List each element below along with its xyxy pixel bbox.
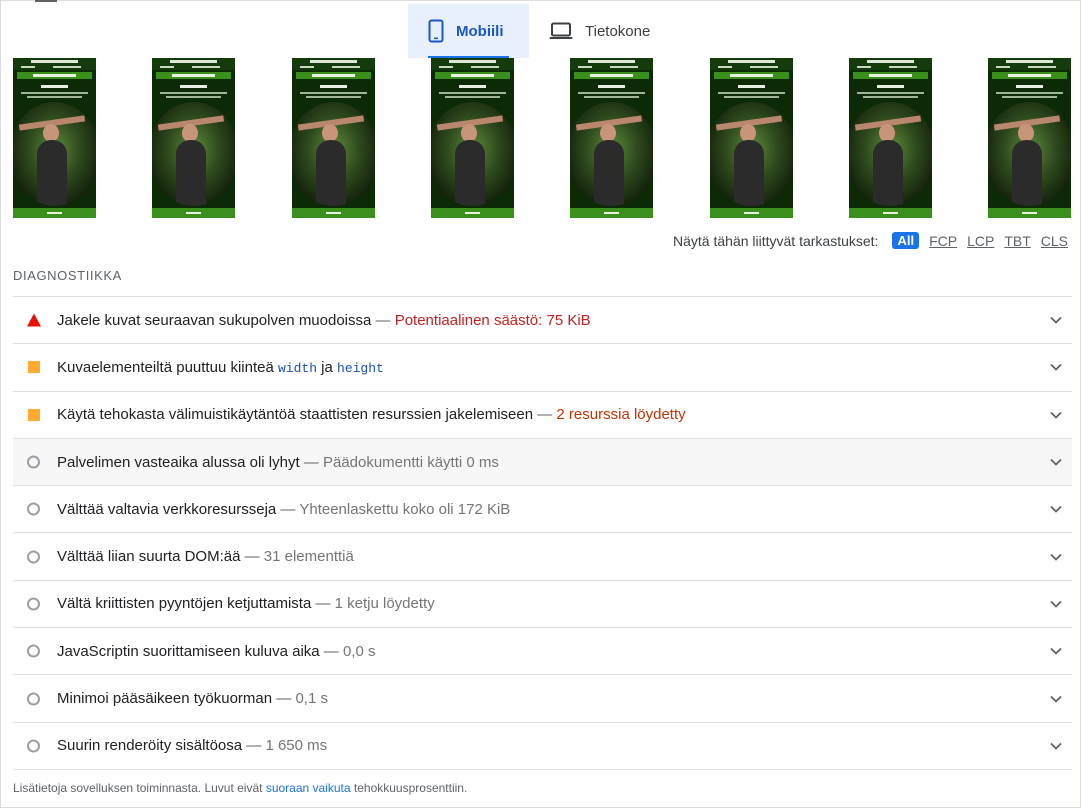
filmstrip-frame [988,58,1071,218]
audit-title-mid: ja [321,358,333,376]
audit-text: JavaScriptin suorittamiseen kuluva aika … [57,642,376,660]
footer-text-after: tehokkuusprosenttiin. [353,781,468,795]
audit-title: Jakele kuvat seuraavan sukupolven muodoi… [57,311,372,329]
audit-row[interactable]: Jakele kuvat seuraavan sukupolven muodoi… [13,297,1072,345]
audit-title: JavaScriptin suorittamiseen kuluva aika [57,642,320,660]
chevron-down-icon [1050,600,1062,608]
chevron-down-icon [1050,411,1062,419]
audit-text: Käytä tehokasta välimuistikäytäntöä staa… [57,406,686,424]
audit-title: Välttää valtavia verkkoresursseja [57,500,277,518]
average-square-icon [28,361,40,374]
filter-chip-lcp[interactable]: LCP [967,233,994,249]
audit-row[interactable]: Välttää valtavia verkkoresursseja — Yhte… [13,486,1072,534]
tab-mobile-label: Mobiili [456,22,504,40]
audit-display-value: 0,1 s [295,690,328,708]
report-panel: Mobiili Tietokone Näytä tähän liittyvät … [0,0,1081,808]
average-square-icon [28,408,40,421]
filmstrip-frame [570,58,653,218]
filmstrip-frame [13,58,96,218]
audit-title: Käytä tehokasta välimuistikäytäntöä staa… [57,406,534,424]
audit-text: Minimoi pääsäikeen työkuorman — 0,1 s [57,690,328,708]
audit-text: Välttää liian suurta DOM:ää — 31 element… [57,548,354,566]
audit-title: Suurin renderöity sisältöosa [57,737,243,755]
filmstrip-frame [152,58,235,218]
filter-chip-tbt[interactable]: TBT [1004,233,1030,249]
audit-code-width: width [277,360,317,376]
footer-note: Lisätietoja sovelluksen toiminnasta. Luv… [13,781,467,795]
tab-desktop[interactable]: Tietokone [529,4,679,58]
audit-text: Palvelimen vasteaika alussa oli lyhyt — … [57,453,499,471]
chevron-down-icon [1050,317,1062,324]
audit-code-height: height [337,360,384,376]
audit-text: Vältä kriittisten pyyntöjen ketjuttamist… [57,595,435,613]
chevron-down-icon [1050,458,1062,466]
info-circle-icon [27,644,40,658]
smartphone-icon [428,19,444,43]
audit-display-value: Yhteenlaskettu koko oli 172 KiB [299,500,511,518]
audit-title: Välttää liian suurta DOM:ää [57,548,241,566]
chevron-down-icon [1050,364,1062,372]
filmstrip-frame [710,58,793,218]
info-circle-icon [27,739,40,753]
tab-mobile[interactable]: Mobiili [408,4,529,58]
audit-display-value: 2 resurssia löydetty [556,406,686,424]
audit-title: Kuvaelementeiltä puuttuu kiinteä [57,358,274,376]
info-circle-icon [27,550,40,564]
info-circle-icon [27,455,40,469]
audit-display-value: 1 ketju löydetty [334,595,435,613]
audit-row[interactable]: Vältä kriittisten pyyntöjen ketjuttamist… [13,581,1072,629]
tab-desktop-label: Tietokone [585,22,651,40]
chevron-down-icon [1050,648,1062,655]
info-circle-icon [27,502,40,516]
audit-row[interactable]: Minimoi pääsäikeen työkuorman — 0,1 s [13,675,1072,723]
footer-text-before: Lisätietoja sovelluksen toiminnasta. Luv… [13,781,263,795]
audit-row[interactable]: Suurin renderöity sisältöosa — 1 650 ms [13,723,1072,770]
filmstrip-frame [292,58,375,218]
chevron-down-icon [1050,506,1062,514]
audit-text: Välttää valtavia verkkoresursseja — Yhte… [57,500,511,518]
audit-row[interactable]: Palvelimen vasteaika alussa oli lyhyt — … [13,438,1072,487]
audit-display-value: 0,0 s [342,642,376,660]
chevron-down-icon [1050,553,1062,561]
top-divider [1,0,1080,1]
audit-row[interactable]: Käytä tehokasta välimuistikäytäntöä staa… [13,392,1072,439]
footer-link[interactable]: suoraan vaikuta [266,781,351,795]
laptop-icon [549,22,573,40]
section-title: DIAGNOSTIIKKA [13,268,122,283]
chevron-down-icon [1050,695,1062,703]
chevron-down-icon [1050,742,1062,750]
audit-row[interactable]: JavaScriptin suorittamiseen kuluva aika … [13,628,1072,676]
audit-text: Kuvaelementeiltä puuttuu kiinteä width j… [57,359,384,376]
filter-label: Näytä tähän liittyvät tarkastukset: [673,232,879,249]
filmstrip [13,58,1071,218]
filter-chip-fcp[interactable]: FCP [929,233,957,249]
info-circle-icon [27,597,40,611]
audit-filter: Näytä tähän liittyvät tarkastukset: All … [673,232,1068,249]
filter-chip-all[interactable]: All [892,232,920,249]
audit-text: Suurin renderöity sisältöosa — 1 650 ms [57,737,328,755]
audit-title: Palvelimen vasteaika alussa oli lyhyt [57,453,300,471]
audit-display-value: Päädokumentti käytti 0 ms [322,453,499,471]
info-circle-icon [27,692,40,706]
menu-handle [35,0,57,2]
audit-display-value: 31 elementtiä [263,548,354,566]
audit-text: Jakele kuvat seuraavan sukupolven muodoi… [57,311,591,329]
fail-triangle-icon [27,313,41,327]
audit-display-value: 1 650 ms [265,737,328,755]
audit-display-value: Potentiaalinen säästö: 75 KiB [394,311,591,329]
audit-title: Minimoi pääsäikeen työkuorman [57,690,273,708]
audit-row[interactable]: Välttää liian suurta DOM:ää — 31 element… [13,533,1072,581]
audit-row[interactable]: Kuvaelementeiltä puuttuu kiinteä width j… [13,344,1072,392]
audit-title: Vältä kriittisten pyyntöjen ketjuttamist… [57,595,312,613]
filter-chip-cls[interactable]: CLS [1041,233,1068,249]
audit-list: Jakele kuvat seuraavan sukupolven muodoi… [13,296,1072,770]
filmstrip-frame [849,58,932,218]
filmstrip-frame [431,58,514,218]
